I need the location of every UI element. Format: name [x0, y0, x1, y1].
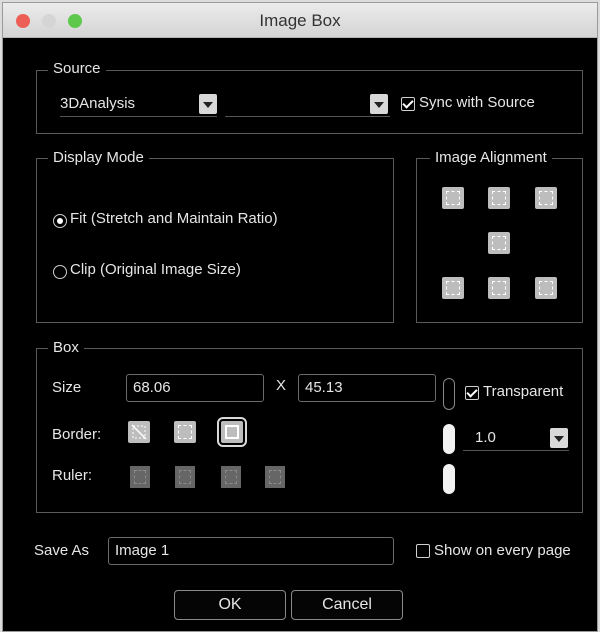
width-input[interactable]: 68.06 — [126, 374, 264, 402]
display-mode-group — [36, 158, 394, 323]
source-dropdown-arrow-icon[interactable] — [199, 94, 217, 114]
align-bottom-right-icon[interactable] — [535, 277, 557, 299]
border-dotted-icon[interactable] — [174, 421, 196, 443]
size-x-label: X — [276, 377, 287, 394]
ruler-right-icon[interactable] — [221, 466, 241, 488]
transparent-checkbox[interactable] — [465, 386, 479, 400]
source-dropdown[interactable]: 3DAnalysis — [60, 91, 217, 117]
title-bar: Image Box — [3, 3, 597, 38]
image-box-dialog: Image Box Source 3DAnalysis Sync with So… — [2, 2, 598, 632]
size-label: Size — [52, 379, 82, 396]
save-as-input[interactable]: Image 1 — [108, 537, 394, 565]
source-secondary-dropdown-arrow-icon[interactable] — [370, 94, 388, 114]
align-top-right-icon[interactable] — [535, 187, 557, 209]
border-solid-icon[interactable] — [217, 417, 247, 447]
window-title: Image Box — [259, 11, 341, 30]
display-mode-group-title: Display Mode — [48, 149, 149, 166]
show-every-page-label: Show on every page — [434, 542, 571, 559]
cancel-button[interactable]: Cancel — [291, 590, 403, 620]
clip-radio-label: Clip (Original Image Size) — [70, 261, 241, 278]
align-center-icon[interactable] — [488, 232, 510, 254]
border-none-icon[interactable] — [128, 421, 150, 443]
ruler-bottom-icon[interactable] — [265, 466, 285, 488]
align-top-center-icon[interactable] — [488, 187, 510, 209]
border-label: Border: — [52, 426, 102, 443]
align-top-left-icon[interactable] — [442, 187, 464, 209]
border-color-swatch[interactable] — [443, 424, 455, 454]
line-width-value: 1.0 — [475, 429, 496, 446]
sync-with-source-checkbox[interactable] — [401, 97, 415, 111]
ruler-top-icon[interactable] — [175, 466, 195, 488]
show-every-page-checkbox[interactable] — [416, 544, 430, 558]
clip-radio[interactable] — [53, 265, 67, 279]
align-bottom-left-icon[interactable] — [442, 277, 464, 299]
source-group-title: Source — [48, 60, 106, 77]
align-bottom-center-icon[interactable] — [488, 277, 510, 299]
sync-with-source-label: Sync with Source — [419, 94, 535, 111]
fill-color-swatch[interactable] — [443, 464, 455, 494]
fit-radio-label: Fit (Stretch and Maintain Ratio) — [70, 210, 278, 227]
ruler-label: Ruler: — [52, 467, 93, 484]
transparency-swatch[interactable] — [443, 378, 455, 410]
source-secondary-dropdown[interactable] — [225, 91, 390, 117]
source-dropdown-value: 3DAnalysis — [60, 95, 136, 112]
ok-button[interactable]: OK — [174, 590, 286, 620]
transparent-label: Transparent — [483, 383, 564, 400]
save-as-label: Save As — [34, 542, 90, 559]
box-group-title: Box — [48, 339, 84, 356]
fit-radio[interactable] — [53, 214, 67, 228]
image-alignment-group-title: Image Alignment — [430, 149, 552, 166]
no-border-icon — [131, 424, 147, 440]
ruler-left-icon[interactable] — [130, 466, 150, 488]
height-input[interactable]: 45.13 — [298, 374, 436, 402]
line-width-dropdown-arrow-icon[interactable] — [550, 428, 568, 448]
